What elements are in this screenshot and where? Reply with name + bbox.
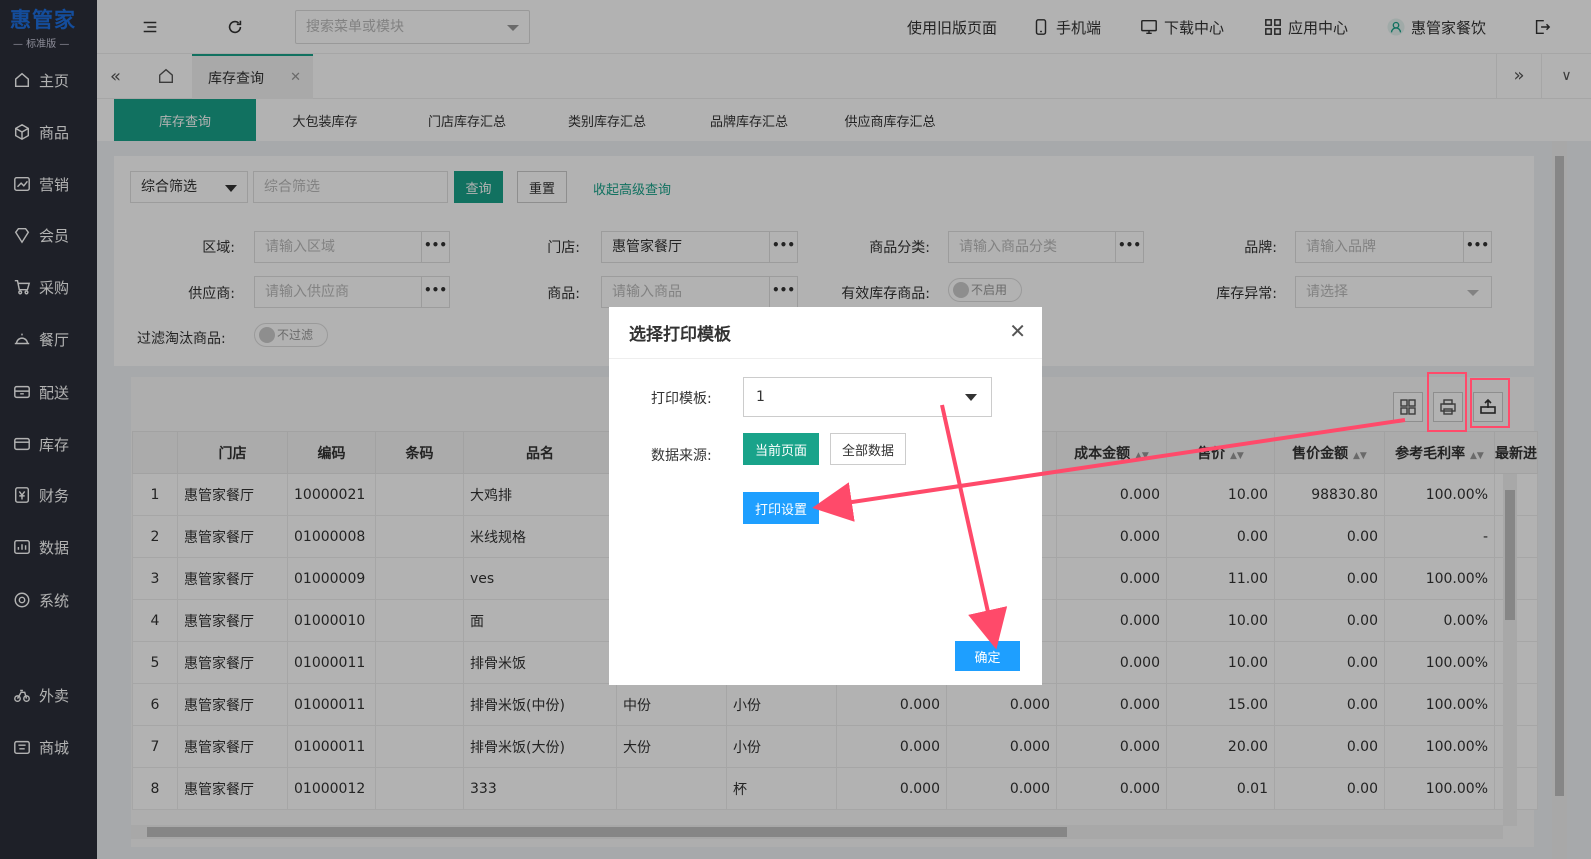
template-select[interactable]: 1 xyxy=(743,377,992,417)
dialog-title: 选择打印模板 xyxy=(629,325,731,345)
dialog-divider xyxy=(609,358,1042,359)
print-template-dialog: 选择打印模板 ✕ 打印模板: 1 数据来源: 当前页面 全部数据 打印设置 确定 xyxy=(609,307,1042,685)
chevron-down-icon xyxy=(965,394,977,401)
source-label: 数据来源: xyxy=(651,448,712,464)
current-page-button[interactable]: 当前页面 xyxy=(743,433,819,465)
export-highlight-box xyxy=(1470,378,1510,428)
template-label: 打印模板: xyxy=(651,391,712,407)
close-icon[interactable]: ✕ xyxy=(1009,319,1026,343)
print-highlight-box xyxy=(1427,372,1467,432)
confirm-button[interactable]: 确定 xyxy=(955,641,1020,671)
print-settings-button[interactable]: 打印设置 xyxy=(743,492,819,524)
all-data-button[interactable]: 全部数据 xyxy=(830,433,906,465)
template-value: 1 xyxy=(756,389,765,405)
